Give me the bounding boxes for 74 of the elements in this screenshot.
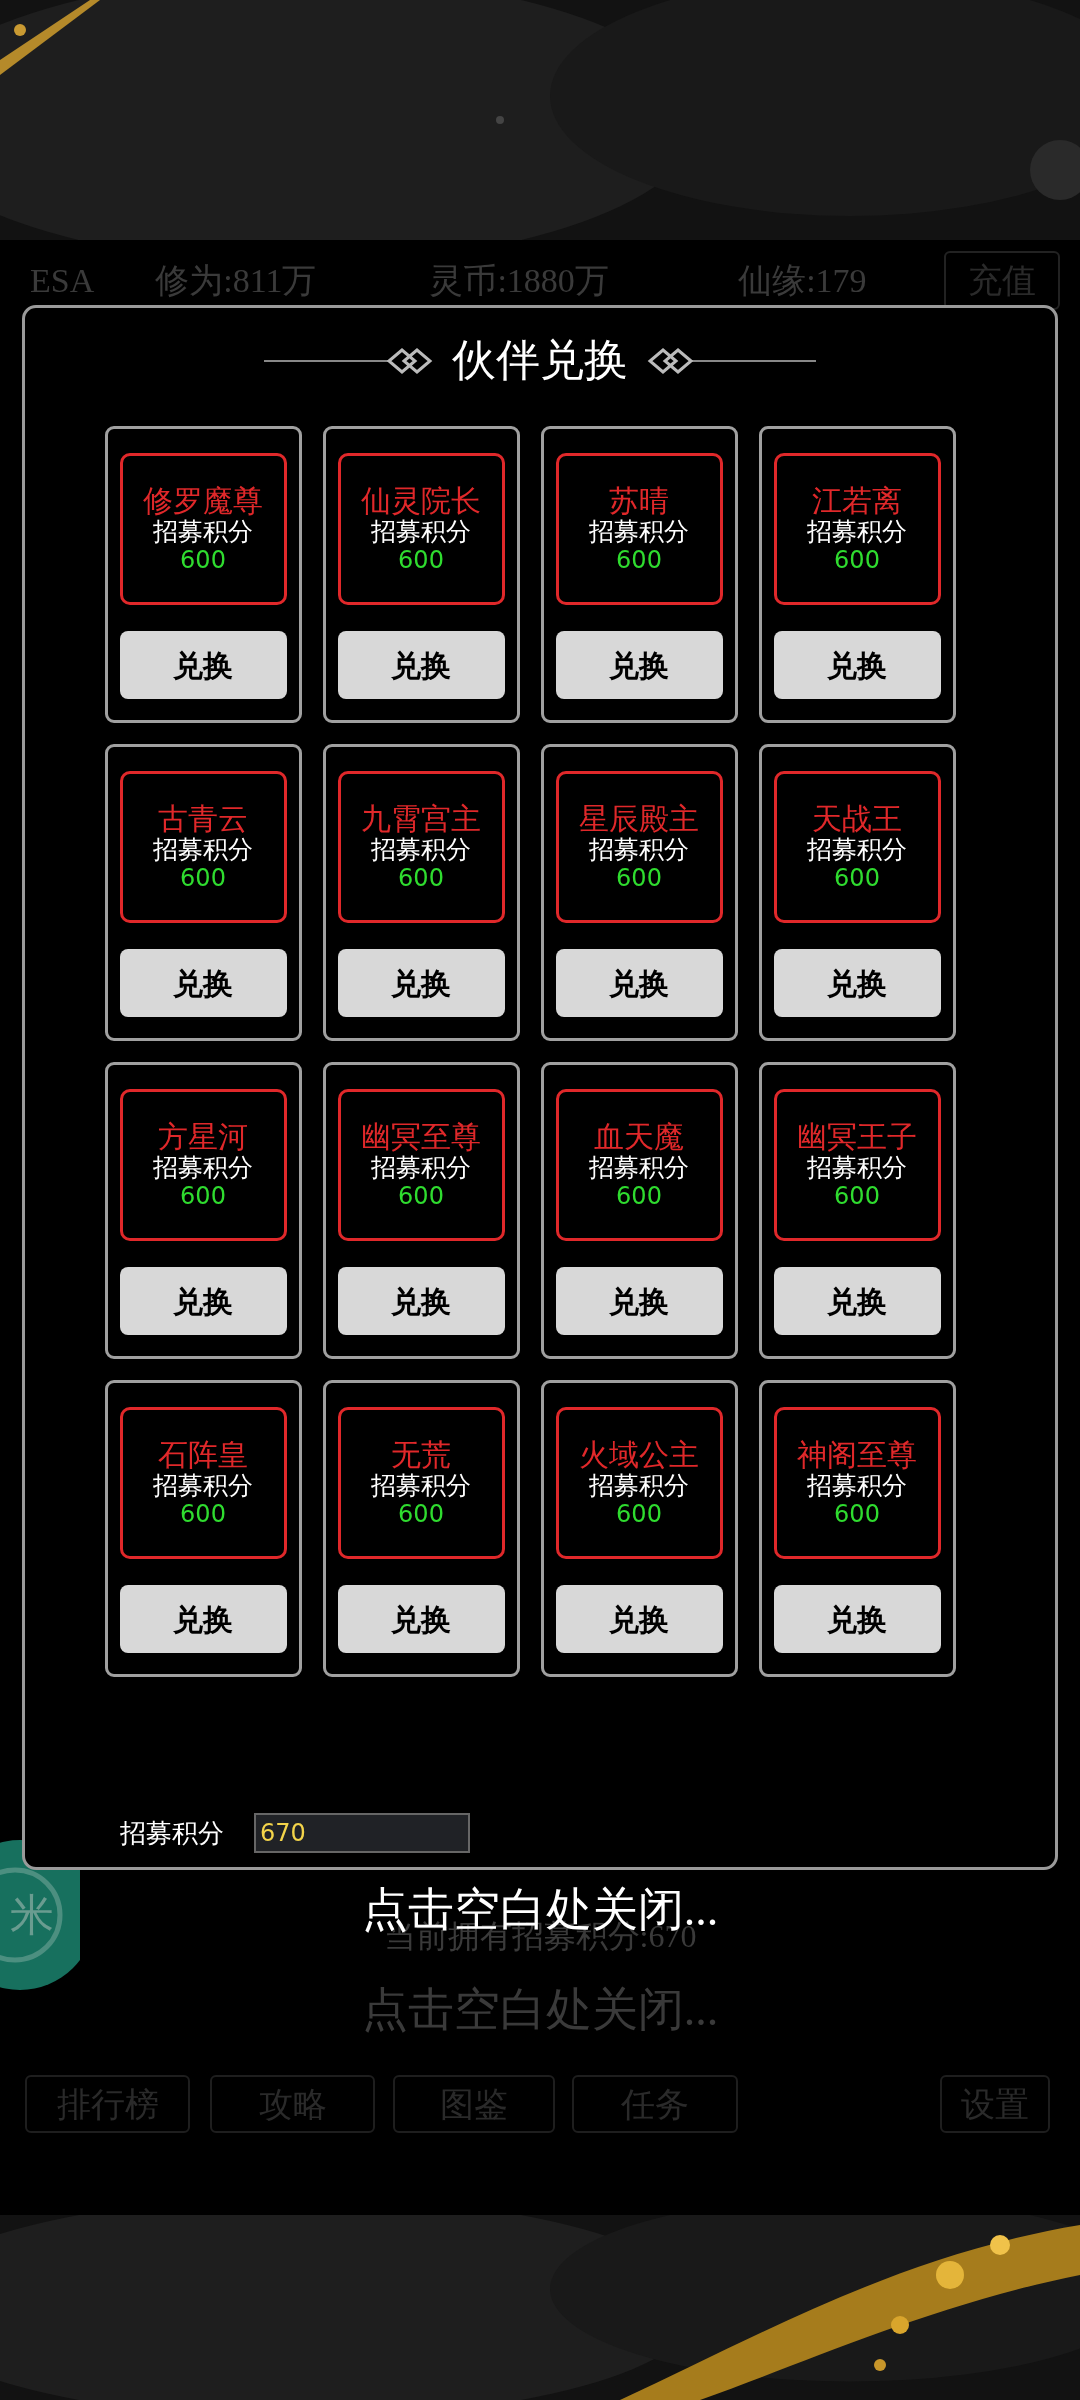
cost-value: 600 <box>834 865 880 892</box>
cost-label: 招募积分 <box>153 517 253 548</box>
exchange-button[interactable]: 兑换 <box>337 949 505 1017</box>
cost-label: 招募积分 <box>807 1471 907 1502</box>
cost-value: 600 <box>616 865 662 892</box>
player-name: ESA <box>30 260 95 301</box>
exchange-button[interactable]: 兑换 <box>773 1267 941 1335</box>
cost-value: 600 <box>180 547 226 574</box>
partner-name: 幽冥王子 <box>797 1120 917 1154</box>
exchange-button[interactable]: 兑换 <box>119 949 287 1017</box>
partner-name: 星辰殿主 <box>579 802 699 836</box>
exchange-button[interactable]: 兑换 <box>337 1267 505 1335</box>
cost-value: 600 <box>398 1501 444 1528</box>
exchange-button[interactable]: 兑换 <box>119 1267 287 1335</box>
partner-name: 古青云 <box>158 802 248 836</box>
exchange-button[interactable]: 兑换 <box>119 1585 287 1653</box>
exchange-button[interactable]: 兑换 <box>337 1585 505 1653</box>
exchange-button[interactable]: 兑换 <box>555 949 723 1017</box>
cost-value: 600 <box>834 547 880 574</box>
cost-value: 600 <box>616 547 662 574</box>
close-hint: 点击空白处关闭... <box>361 1984 719 2035</box>
cost-label: 招募积分 <box>371 1471 471 1502</box>
ornament-icon <box>646 346 816 376</box>
partner-name: 仙灵院长 <box>361 484 481 518</box>
cost-value: 600 <box>180 1183 226 1210</box>
cost-label: 招募积分 <box>589 1471 689 1502</box>
cost-label: 招募积分 <box>371 1153 471 1184</box>
partner-name: 无荒 <box>391 1438 451 1472</box>
partner-name: 方星河 <box>158 1120 248 1154</box>
cost-value: 600 <box>398 865 444 892</box>
cost-value: 600 <box>834 1183 880 1210</box>
cost-label: 招募积分 <box>807 517 907 548</box>
ornament-icon <box>264 346 434 376</box>
cost-value: 600 <box>180 1501 226 1528</box>
cost-label: 招募积分 <box>589 835 689 866</box>
cost-label: 招募积分 <box>153 1471 253 1502</box>
partner-name: 修罗魔尊 <box>143 484 263 518</box>
exchange-button[interactable]: 兑换 <box>337 631 505 699</box>
partner-name: 神阁至尊 <box>797 1438 917 1472</box>
cost-label: 招募积分 <box>153 835 253 866</box>
cost-value: 600 <box>616 1501 662 1528</box>
partner-name: 血天魔 <box>594 1120 684 1154</box>
cost-value: 600 <box>616 1183 662 1210</box>
cost-label: 招募积分 <box>153 1153 253 1184</box>
cost-label: 招募积分 <box>807 835 907 866</box>
partner-name: 火域公主 <box>579 1438 699 1472</box>
cost-value: 600 <box>834 1501 880 1528</box>
partner-name: 幽冥至尊 <box>361 1120 481 1154</box>
exchange-button[interactable]: 兑换 <box>119 631 287 699</box>
cost-label: 招募积分 <box>589 1153 689 1184</box>
exchange-button[interactable]: 兑换 <box>555 631 723 699</box>
cost-label: 招募积分 <box>371 835 471 866</box>
stat-text: 仙缘:179 <box>737 260 868 301</box>
partner-name: 天战王 <box>812 802 902 836</box>
cost-value: 600 <box>398 547 444 574</box>
points-label: 招募积分 <box>120 1817 224 1850</box>
stat-text: 灵币:1880万 <box>428 260 610 301</box>
dialog-title: 伙伴兑换 <box>452 335 628 387</box>
exchange-button[interactable]: 兑换 <box>773 949 941 1017</box>
cost-label: 招募积分 <box>371 517 471 548</box>
cost-label: 招募积分 <box>807 1153 907 1184</box>
partner-name: 江若离 <box>812 484 902 518</box>
partner-name: 石阵皇 <box>158 1438 248 1472</box>
exchange-button[interactable]: 兑换 <box>773 631 941 699</box>
points-field[interactable]: 670 <box>254 1813 470 1853</box>
stat-text: 修为:811万 <box>154 260 318 301</box>
exchange-button[interactable]: 兑换 <box>773 1585 941 1653</box>
partner-name: 九霄宫主 <box>361 802 481 836</box>
cost-value: 600 <box>180 865 226 892</box>
partner-name: 苏晴 <box>609 484 669 518</box>
cost-label: 招募积分 <box>589 517 689 548</box>
cost-value: 600 <box>398 1183 444 1210</box>
exchange-button[interactable]: 兑换 <box>555 1267 723 1335</box>
exchange-button[interactable]: 兑换 <box>555 1585 723 1653</box>
